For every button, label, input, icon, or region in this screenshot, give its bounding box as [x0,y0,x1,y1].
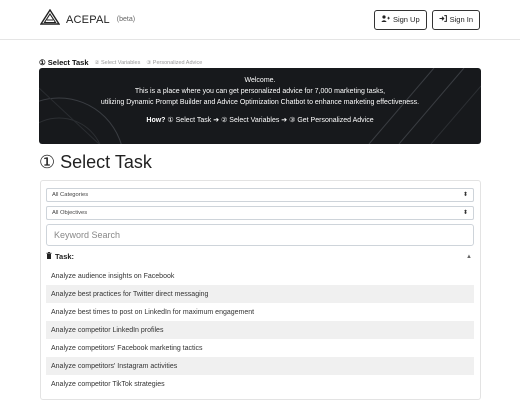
sign-up-label: Sign Up [392,15,420,24]
page-title: ① Select Task [39,152,152,172]
acepal-logo-icon [39,8,61,30]
task-list: Analyze audience insights on Facebook An… [46,267,474,393]
task-item[interactable]: Analyze audience insights on Facebook [46,267,474,285]
step-personalized-advice[interactable]: ③ Personalized Advice [146,60,202,66]
category-select[interactable]: All Categories ⬍ [46,188,474,202]
select-caret-icon: ⬍ [462,192,468,198]
top-navbar: ACEPAL (beta) Sign Up Sign In [0,0,520,40]
objective-select[interactable]: All Objectives ⬍ [46,206,474,220]
objective-select-value: All Objectives [52,210,88,216]
sign-up-button[interactable]: Sign Up [373,9,427,30]
brand[interactable]: ACEPAL (beta) [39,8,136,30]
task-list-header[interactable]: Task: ▲ [46,252,474,261]
banner-how-label: How? [146,117,166,124]
trash-icon [46,252,52,261]
step-breadcrumb: ① Select Task ② Select Variables ③ Perso… [39,58,202,67]
sign-in-icon [439,15,447,24]
task-item[interactable]: Analyze competitor LinkedIn profiles [46,321,474,339]
task-item[interactable]: Analyze competitors' Instagram activitie… [46,357,474,375]
banner-how: How? ① Select Task ➔ ② Select Variables … [39,116,481,124]
banner-welcome: Welcome. [244,77,276,84]
task-item[interactable]: Analyze best practices for Twitter direc… [46,285,474,303]
select-caret-icon: ⬍ [462,210,468,216]
chevron-up-icon[interactable]: ▲ [466,254,472,260]
task-item[interactable]: Analyze competitors' Facebook marketing … [46,339,474,357]
task-selection-panel: All Categories ⬍ All Objectives ⬍ Keywor… [40,180,481,400]
category-select-value: All Categories [52,192,89,198]
brand-name: ACEPAL [66,13,110,26]
banner-how-steps: ① Select Task ➔ ② Select Variables ➔ ③ G… [167,117,374,124]
task-item[interactable]: Analyze best times to post on LinkedIn f… [46,303,474,321]
step-select-task[interactable]: ① Select Task [39,58,89,67]
task-list-label: Task: [55,252,75,261]
sign-in-button[interactable]: Sign In [431,9,480,30]
banner-description-2: utilizing Dynamic Prompt Builder and Adv… [100,99,420,106]
task-item[interactable]: Analyze competitor TikTok strategies [46,375,474,393]
sign-in-label: Sign In [449,15,473,24]
keyword-search-input[interactable]: Keyword Search [46,224,474,246]
welcome-banner: Welcome. This is a place where you can g… [39,68,481,144]
step-select-variables[interactable]: ② Select Variables [95,60,141,66]
keyword-search-placeholder: Keyword Search [54,230,121,240]
brand-beta: (beta) [116,16,136,23]
banner-description-1: This is a place where you can get person… [134,88,386,95]
user-plus-icon [381,15,390,24]
